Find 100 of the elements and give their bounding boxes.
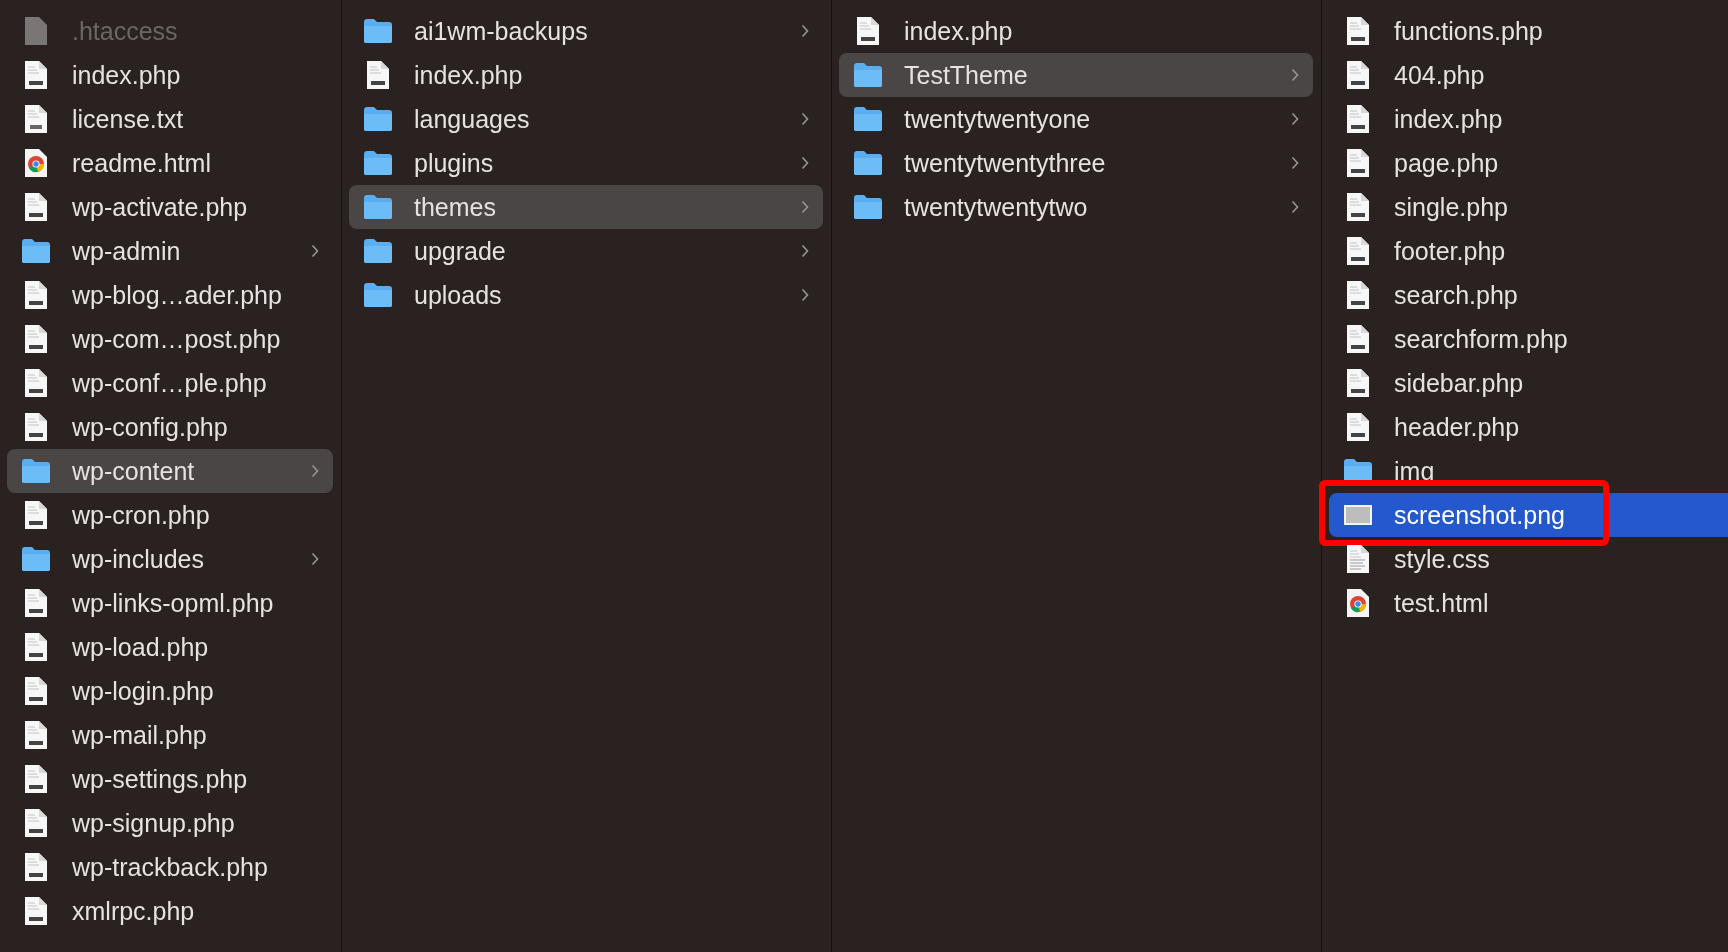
file-name: wp-links-opml.php: [72, 588, 275, 618]
file-row[interactable]: wp-config.php: [7, 405, 333, 449]
file-row[interactable]: readme.html: [7, 141, 333, 185]
file-row[interactable]: single.php: [1329, 185, 1720, 229]
file-name: index.php: [414, 60, 524, 90]
file-row[interactable]: plugins: [349, 141, 823, 185]
file-name: single.php: [1394, 192, 1509, 222]
file-row[interactable]: wp-com…post.php: [7, 317, 333, 361]
chevron-icon: [801, 244, 809, 258]
file-row[interactable]: search.php: [1329, 273, 1720, 317]
file-name: sidebar.php: [1394, 368, 1525, 398]
file-row[interactable]: test.html: [1329, 581, 1720, 625]
chevron-icon: [311, 464, 319, 478]
folder-icon: [21, 544, 51, 574]
folder-icon: [363, 148, 393, 178]
file-row[interactable]: wp-trackback.php: [7, 845, 333, 889]
chevron-icon: [311, 244, 319, 258]
file-row[interactable]: twentytwentytwo: [839, 185, 1313, 229]
file-name: ai1wm-backups: [414, 16, 589, 46]
file-row[interactable]: header.php: [1329, 405, 1720, 449]
file-row[interactable]: wp-activate.php: [7, 185, 333, 229]
file-row[interactable]: ai1wm-backups: [349, 9, 823, 53]
file-row[interactable]: TestTheme: [839, 53, 1313, 97]
file-name: languages: [414, 104, 531, 134]
file-row[interactable]: wp-includes: [7, 537, 333, 581]
file-name: search.php: [1394, 280, 1519, 310]
file-name: wp-admin: [72, 236, 182, 266]
file-row[interactable]: wp-conf…ple.php: [7, 361, 333, 405]
file-name: wp-trackback.php: [72, 852, 269, 882]
file-row[interactable]: wp-admin: [7, 229, 333, 273]
file-name: wp-content: [72, 456, 196, 486]
file-row[interactable]: wp-content: [7, 449, 333, 493]
file-name: twentytwentyone: [904, 104, 1092, 134]
file-row[interactable]: index.php: [1329, 97, 1720, 141]
folder-icon: [363, 16, 393, 46]
file-name: functions.php: [1394, 16, 1544, 46]
file-row[interactable]: 404.php: [1329, 53, 1720, 97]
file-name: index.php: [72, 60, 182, 90]
folder-icon: [853, 60, 883, 90]
file-row[interactable]: upgrade: [349, 229, 823, 273]
file-name: header.php: [1394, 412, 1521, 442]
file-row[interactable]: footer.php: [1329, 229, 1720, 273]
file-row[interactable]: searchform.php: [1329, 317, 1720, 361]
folder-icon: [363, 236, 393, 266]
file-name: readme.html: [72, 148, 212, 178]
folder-icon: [363, 192, 393, 222]
file-row[interactable]: wp-settings.php: [7, 757, 333, 801]
file-row[interactable]: wp-load.php: [7, 625, 333, 669]
file-row[interactable]: twentytwentythree: [839, 141, 1313, 185]
file-name: wp-blog…ader.php: [72, 280, 283, 310]
file-row[interactable]: wp-links-opml.php: [7, 581, 333, 625]
file-name: .htaccess: [72, 16, 179, 46]
file-name: wp-config.php: [72, 412, 229, 442]
file-row[interactable]: style.css: [1329, 537, 1720, 581]
folder-icon: [363, 280, 393, 310]
file-name: footer.php: [1394, 236, 1507, 266]
file-row[interactable]: index.php: [349, 53, 823, 97]
file-row[interactable]: wp-signup.php: [7, 801, 333, 845]
file-name: wp-settings.php: [72, 764, 249, 794]
file-row[interactable]: page.php: [1329, 141, 1720, 185]
file-name: uploads: [414, 280, 503, 310]
file-row[interactable]: sidebar.php: [1329, 361, 1720, 405]
file-name: wp-signup.php: [72, 808, 236, 838]
file-name: wp-com…post.php: [72, 324, 282, 354]
chevron-icon: [801, 112, 809, 126]
file-name: style.css: [1394, 544, 1491, 574]
file-name: wp-conf…ple.php: [72, 368, 268, 398]
file-name: wp-includes: [72, 544, 205, 574]
file-name: themes: [414, 192, 497, 222]
file-row[interactable]: wp-login.php: [7, 669, 333, 713]
file-name: wp-mail.php: [72, 720, 208, 750]
chevron-icon: [1291, 68, 1299, 82]
file-row[interactable]: wp-blog…ader.php: [7, 273, 333, 317]
file-row[interactable]: wp-mail.php: [7, 713, 333, 757]
file-row[interactable]: themes: [349, 185, 823, 229]
file-row[interactable]: screenshot.png: [1329, 493, 1728, 537]
file-row[interactable]: wp-cron.php: [7, 493, 333, 537]
file-name: index.php: [1394, 104, 1504, 134]
file-name: upgrade: [414, 236, 507, 266]
file-name: twentytwentytwo: [904, 192, 1089, 222]
file-name: wp-load.php: [72, 632, 210, 662]
file-row[interactable]: languages: [349, 97, 823, 141]
file-name: screenshot.png: [1394, 500, 1566, 530]
file-name: wp-activate.php: [72, 192, 249, 222]
file-row[interactable]: uploads: [349, 273, 823, 317]
file-row[interactable]: twentytwentyone: [839, 97, 1313, 141]
chevron-icon: [311, 552, 319, 566]
file-name: test.html: [1394, 588, 1490, 618]
folder-icon: [853, 148, 883, 178]
file-row[interactable]: license.txt: [7, 97, 333, 141]
file-name: wp-cron.php: [72, 500, 211, 530]
chevron-icon: [1291, 200, 1299, 214]
file-row[interactable]: index.php: [839, 9, 1313, 53]
file-row[interactable]: index.php: [7, 53, 333, 97]
file-name: 404.php: [1394, 60, 1486, 90]
chevron-icon: [801, 156, 809, 170]
chevron-icon: [1291, 112, 1299, 126]
folder-icon: [363, 104, 393, 134]
file-row[interactable]: functions.php: [1329, 9, 1720, 53]
file-row[interactable]: xmlrpc.php: [7, 889, 333, 933]
